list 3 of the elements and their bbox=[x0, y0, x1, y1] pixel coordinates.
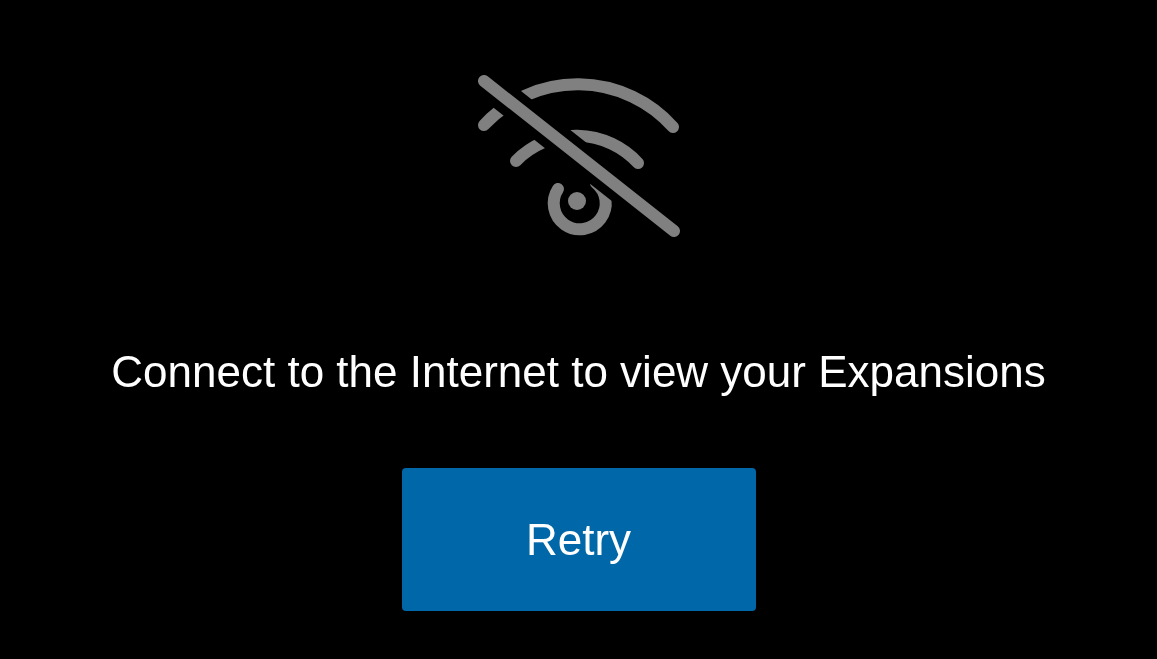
retry-button[interactable]: Retry bbox=[401, 468, 756, 611]
offline-message: Connect to the Internet to view your Expansions bbox=[111, 346, 1046, 398]
wifi-off-icon bbox=[475, 73, 682, 240]
